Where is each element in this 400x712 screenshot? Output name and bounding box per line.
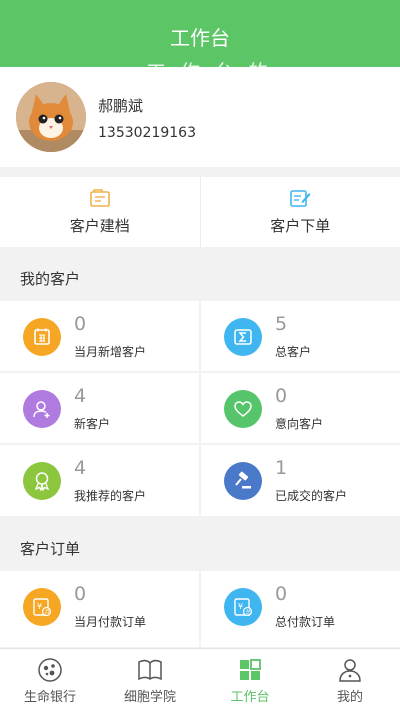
tab-label: 生命银行: [0, 686, 100, 705]
stat-value: 4: [74, 457, 86, 479]
svg-text:¥: ¥: [37, 602, 42, 611]
heart-icon: [224, 390, 262, 428]
stat-value: 0: [275, 583, 287, 605]
svg-text:月: 月: [45, 609, 51, 616]
stat-label: 总付款订单: [275, 613, 335, 630]
user-name: 郝鹏斌: [98, 95, 143, 116]
divider: [199, 301, 201, 516]
stat-label: 我推荐的客户: [74, 487, 146, 504]
customer-order-label: 客户下单: [201, 215, 400, 236]
avatar[interactable]: [16, 82, 86, 152]
customer-order-button[interactable]: 客户下单: [200, 177, 400, 247]
tab-mine[interactable]: 我的: [300, 649, 400, 712]
stat-total-paid-orders[interactable]: ¥总 0 总付款订单: [201, 571, 400, 641]
archive-icon: [89, 187, 111, 209]
cat-avatar-icon: [16, 82, 86, 152]
header-ghost-text: 工作台的: [0, 56, 400, 67]
my-customers-grid: 0 当月新增客户 5 总客户 4 新客户 0 意向客户 4 我推荐的客户 1: [0, 301, 400, 516]
customer-archive-label: 客户建档: [0, 215, 200, 236]
tab-label: 工作台: [200, 686, 300, 705]
customer-orders-grid: ¥月 0 当月付款订单 ¥总 0 总付款订单: [0, 571, 400, 647]
tab-cell-academy[interactable]: 细胞学院: [100, 649, 200, 712]
stat-label: 总客户: [275, 343, 311, 360]
bottom-tab-bar: 生命银行 细胞学院 工作台 我的: [0, 648, 400, 712]
my-customers-title: 我的客户: [20, 268, 80, 289]
stat-new-customers[interactable]: 4 新客户: [0, 373, 199, 443]
stat-monthly-paid-orders[interactable]: ¥月 0 当月付款订单: [0, 571, 199, 641]
stat-value: 4: [74, 385, 86, 407]
stat-label: 已成交的客户: [275, 487, 347, 504]
stat-new-this-month[interactable]: 0 当月新增客户: [0, 301, 199, 371]
grid-icon: [237, 657, 263, 683]
tab-label: 细胞学院: [100, 686, 200, 705]
user-icon: [337, 657, 363, 683]
sum-icon: [224, 318, 262, 356]
stat-total-customers[interactable]: 5 总客户: [201, 301, 400, 371]
monthly-payment-icon: ¥月: [23, 588, 61, 626]
life-bank-icon: [37, 657, 63, 683]
gavel-icon: [224, 462, 262, 500]
svg-text:总: 总: [246, 608, 252, 616]
stat-label: 当月付款订单: [74, 613, 146, 630]
profile-card[interactable]: 郝鹏斌 13530219163: [0, 67, 400, 167]
add-user-icon: [23, 390, 61, 428]
stat-label: 新客户: [74, 415, 110, 432]
stat-value: 1: [275, 457, 287, 479]
top-header: 工作台 工作台的: [0, 0, 400, 67]
total-payment-icon: ¥总: [224, 588, 262, 626]
divider: [199, 571, 201, 647]
stat-value: 0: [74, 583, 86, 605]
order-edit-icon: [289, 187, 311, 209]
ribbon-icon: [23, 462, 61, 500]
customer-archive-button[interactable]: 客户建档: [0, 177, 200, 247]
stat-value: 5: [275, 313, 287, 335]
svg-text:¥: ¥: [238, 602, 243, 611]
tab-workbench[interactable]: 工作台: [200, 649, 300, 712]
stat-label: 意向客户: [275, 415, 323, 432]
user-phone: 13530219163: [98, 125, 196, 141]
tab-label: 我的: [300, 686, 400, 705]
quick-actions: 客户建档 客户下单: [0, 177, 400, 247]
customer-orders-title: 客户订单: [20, 538, 80, 559]
tab-life-bank[interactable]: 生命银行: [0, 649, 100, 712]
book-icon: [137, 657, 163, 683]
page-title: 工作台: [0, 22, 400, 51]
stat-intent-customers[interactable]: 0 意向客户: [201, 373, 400, 443]
stat-value: 0: [74, 313, 86, 335]
stat-value: 0: [275, 385, 287, 407]
calendar-month-icon: [23, 318, 61, 356]
stat-referred-customers[interactable]: 4 我推荐的客户: [0, 445, 199, 515]
stat-closed-customers[interactable]: 1 已成交的客户: [201, 445, 400, 515]
stat-label: 当月新增客户: [74, 343, 146, 360]
